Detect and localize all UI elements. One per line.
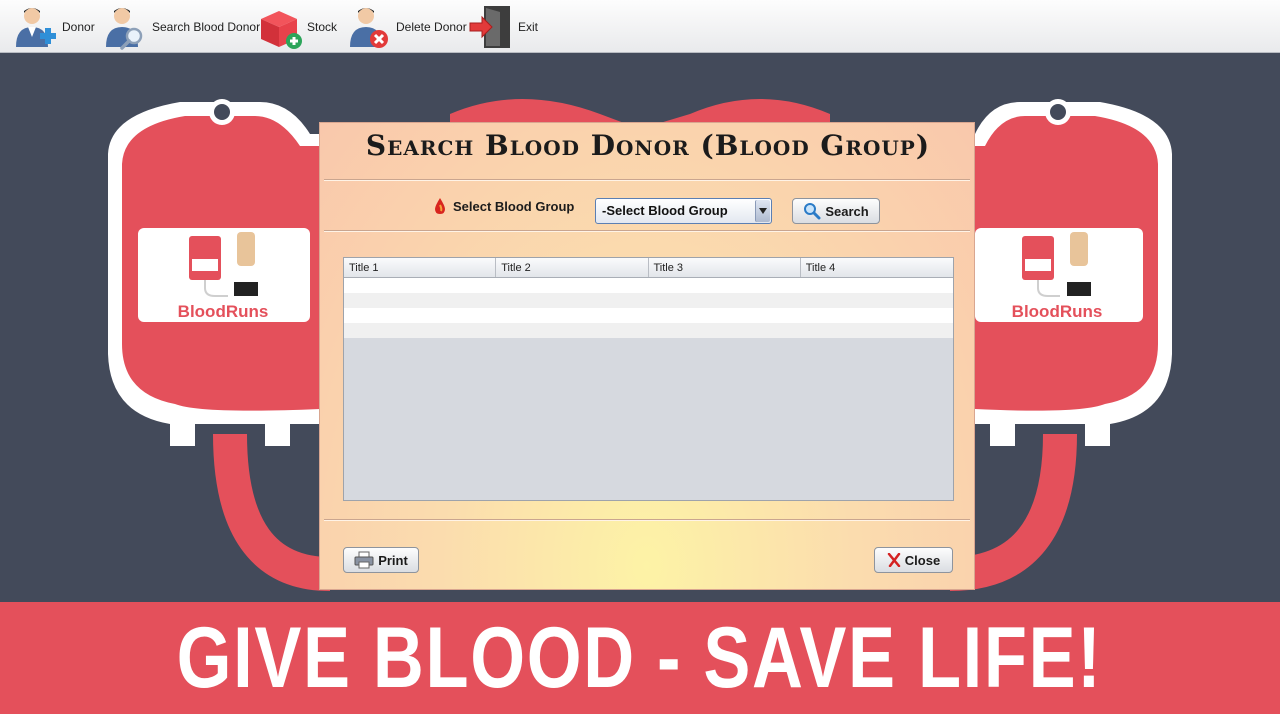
delete-donor-icon: [346, 3, 394, 51]
stock-box-icon: [257, 3, 305, 51]
magnifier-icon: [804, 203, 821, 220]
stock-button[interactable]: Stock: [257, 2, 337, 52]
donor-button-label: Donor: [62, 20, 95, 34]
delete-donor-button[interactable]: Delete Donor: [346, 2, 467, 52]
right-blood-bag: [975, 99, 1172, 446]
table-row[interactable]: [344, 293, 953, 308]
donor-button[interactable]: Donor: [12, 2, 95, 52]
table-header: Title 1 Title 2 Title 3 Title 4: [344, 258, 953, 278]
close-button-label: Close: [904, 552, 941, 568]
close-x-icon: [887, 553, 901, 567]
exit-label: Exit: [518, 20, 539, 34]
stock-label: Stock: [307, 20, 338, 34]
close-button[interactable]: Close: [874, 547, 953, 573]
printer-icon: [354, 551, 374, 569]
print-button[interactable]: Print: [343, 547, 419, 573]
left-logo-text: BloodRuns: [178, 302, 269, 321]
right-logo-text: BloodRuns: [1012, 302, 1103, 321]
search-button-label: Search: [825, 203, 869, 219]
column-header[interactable]: Title 1: [344, 258, 497, 277]
column-header[interactable]: Title 2: [496, 258, 649, 277]
exit-door-icon: [468, 3, 516, 51]
slogan-banner: GIVE BLOOD - SAVE LIFE!: [0, 602, 1280, 714]
search-dialog: Search Blood Donor (Blood Group) Select …: [319, 122, 975, 590]
search-blood-donor-label: Search Blood Donor: [152, 20, 261, 34]
dropdown-arrow-icon[interactable]: [755, 200, 770, 222]
toolbar: Donor Search Blood Donor Stock Delete Do…: [0, 0, 1280, 53]
column-header[interactable]: Title 3: [649, 258, 801, 277]
print-button-label: Print: [378, 552, 408, 568]
combobox-value: -Select Blood Group: [602, 203, 728, 218]
form-separator: [324, 230, 970, 232]
select-blood-group-label: Select Blood Group: [433, 197, 574, 215]
add-donor-icon: [12, 3, 60, 51]
slogan-text: GIVE BLOOD - SAVE LIFE!: [177, 609, 1103, 706]
title-separator: [324, 179, 970, 181]
delete-donor-label: Delete Donor: [396, 20, 467, 34]
table-row[interactable]: [344, 323, 953, 338]
column-header[interactable]: Title 4: [801, 258, 953, 277]
dialog-title: Search Blood Donor (Blood Group): [365, 129, 931, 162]
blood-group-combobox[interactable]: -Select Blood Group: [595, 198, 772, 224]
search-blood-donor-button[interactable]: Search Blood Donor: [102, 2, 260, 52]
search-donor-icon: [102, 3, 150, 51]
table-row[interactable]: [344, 308, 953, 323]
footer-separator: [324, 519, 970, 521]
blood-drop-icon: [435, 198, 445, 214]
search-button[interactable]: Search: [792, 198, 880, 224]
donor-table[interactable]: Title 1 Title 2 Title 3 Title 4: [343, 257, 954, 501]
select-label-text: Select Blood Group: [453, 198, 575, 214]
table-row[interactable]: [344, 278, 953, 293]
exit-button[interactable]: Exit: [468, 2, 538, 52]
